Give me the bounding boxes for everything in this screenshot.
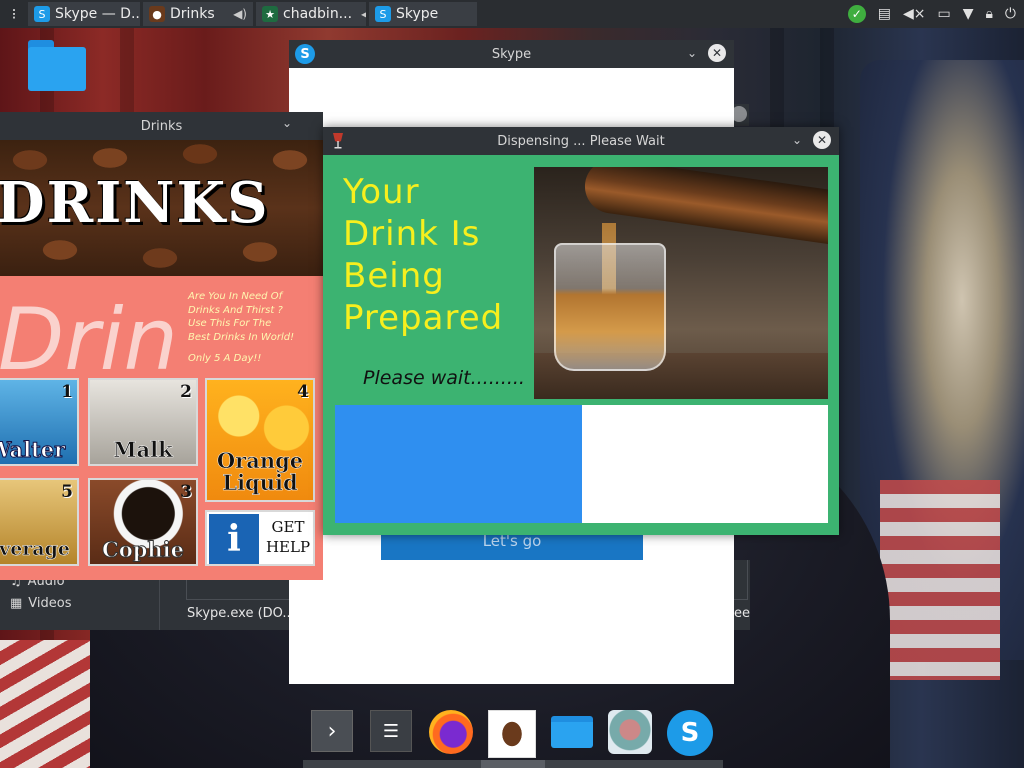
dock-active-indicator xyxy=(481,760,545,768)
heading-line: Prepared xyxy=(343,298,504,338)
lock-icon[interactable]: 🔒︎ xyxy=(985,6,992,22)
tile-label: Orange Liquid xyxy=(216,448,304,495)
close-icon[interactable]: ✕ xyxy=(813,131,831,149)
dispensing-titlebar[interactable]: Dispensing ... Please Wait ⌄ ✕ xyxy=(323,127,839,155)
starbucks-icon: ★ xyxy=(262,6,278,22)
task-label: Drinks xyxy=(170,6,215,22)
network-icon[interactable]: ▭ xyxy=(937,6,950,22)
skype-titlebar[interactable]: S Skype ⌄ ✕ xyxy=(289,40,734,68)
progress-fill xyxy=(335,405,582,523)
skype-icon: S xyxy=(34,6,50,22)
place-label: Videos xyxy=(28,596,72,611)
desktop-folder-icon[interactable] xyxy=(28,40,86,92)
dock: › ☰ S xyxy=(303,704,723,768)
folder-icon[interactable] xyxy=(550,710,594,754)
film-icon: ▦ xyxy=(10,596,23,611)
arrow-down-icon[interactable]: ▼ xyxy=(963,6,974,22)
help-get: GET xyxy=(271,518,305,536)
speaker-icon: ◀) xyxy=(361,7,366,21)
status-heading: Your Drink Is Being Prepared xyxy=(343,171,503,339)
task-chadbin[interactable]: ★ chadbin... ◀) xyxy=(256,2,366,26)
top-panel: ⁝ S Skype — D... ● Drinks ◀) ★ chadbin..… xyxy=(0,0,1024,28)
drinks-logo: DRINKS xyxy=(0,170,270,236)
firefox-icon[interactable] xyxy=(429,710,473,754)
heading-line: Drink Is xyxy=(343,214,481,254)
chevron-down-icon[interactable]: ⌄ xyxy=(789,133,805,147)
info-icon: i xyxy=(209,514,259,564)
skype-icon: S xyxy=(375,6,391,22)
drink-tile-orange[interactable]: 4 Orange Liquid xyxy=(205,378,315,502)
shot-glass xyxy=(554,243,666,371)
promo-line: Are You In Need Of xyxy=(188,291,283,302)
tile-number: 3 xyxy=(180,482,192,502)
drinks-window: Drinks ⌄ DRINKS Drin Are You In Need Of … xyxy=(0,112,323,580)
drink-tile-water[interactable]: 1 Walter xyxy=(0,378,79,466)
dock-bar xyxy=(303,760,723,768)
skype-icon[interactable]: S xyxy=(667,710,713,756)
drink-tile-milk[interactable]: 2 Malk xyxy=(88,378,198,466)
chevron-down-icon[interactable]: ⌄ xyxy=(279,116,295,130)
tile-label: Walter xyxy=(0,437,66,462)
chevron-down-icon[interactable]: ⌄ xyxy=(684,46,700,60)
file-item[interactable]: Skype.exe (DO...e xyxy=(187,606,303,621)
system-tray: ✓ ▤ ◀× ▭ ▼ 🔒︎ ⏻ xyxy=(847,0,1016,28)
get-help-button[interactable]: i GET HELP xyxy=(205,510,315,566)
task-drinks[interactable]: ● Drinks ◀) xyxy=(143,2,253,26)
task-label: chadbin... xyxy=(283,6,353,22)
close-icon[interactable]: ✕ xyxy=(708,44,726,62)
wine-glass-icon xyxy=(333,133,343,149)
window-title: Dispensing ... Please Wait xyxy=(497,133,665,149)
bottle xyxy=(581,167,828,245)
heading-line: Being xyxy=(343,256,445,296)
drink-tile-beverage[interactable]: 5 Beverage xyxy=(0,478,79,566)
help-help: HELP xyxy=(265,538,311,556)
clipboard-icon[interactable]: ▤ xyxy=(878,6,891,22)
app-launcher-icon[interactable]: ⁝ xyxy=(0,0,28,28)
volume-muted-icon[interactable]: ◀× xyxy=(903,6,926,22)
dispensing-dialog: Dispensing ... Please Wait ⌄ ✕ Your Drin… xyxy=(323,127,839,535)
task-label: Skype — D... xyxy=(55,6,140,22)
heading-line: Your xyxy=(343,172,420,212)
place-videos[interactable]: ▦ Videos xyxy=(10,596,72,611)
tile-number: 5 xyxy=(61,482,73,502)
help-label: GET HELP xyxy=(263,517,313,557)
avatar-icon[interactable] xyxy=(608,710,652,754)
coffee-beans-icon[interactable] xyxy=(488,710,536,758)
tile-number: 2 xyxy=(180,382,192,402)
task-skype[interactable]: S Skype xyxy=(369,2,477,26)
tile-number: 1 xyxy=(61,382,73,402)
tile-label: Malk xyxy=(113,437,173,462)
promo-line: Drinks And Thirst ? xyxy=(188,304,283,316)
window-title: Skype xyxy=(491,46,532,62)
expand-arrow-icon[interactable]: › xyxy=(311,710,353,752)
tile-number: 4 xyxy=(297,382,309,402)
progress-bar xyxy=(335,405,828,523)
task-label: Skype xyxy=(396,6,439,22)
file-item[interactable]: ee xyxy=(734,606,750,621)
promo-line: Use This For The xyxy=(188,318,272,329)
window-title: Drinks xyxy=(140,118,183,134)
drinks-watermark: Drin xyxy=(0,290,178,390)
settings-icon[interactable]: ☰ xyxy=(370,710,412,752)
coffee-beans-icon: ● xyxy=(149,6,165,22)
price-text: Only 5 A Day!! xyxy=(188,353,262,364)
update-ok-icon[interactable]: ✓ xyxy=(847,5,866,23)
drink-tile-coffee[interactable]: 3 Cophie xyxy=(88,478,198,566)
power-icon[interactable]: ⏻ xyxy=(1005,6,1016,22)
promo-line: Best Drinks In World! xyxy=(188,331,295,343)
task-skype-d[interactable]: S Skype — D... xyxy=(28,2,140,26)
tile-label: Cophie xyxy=(101,537,184,562)
skype-icon: S xyxy=(295,44,315,64)
promo-text: Are You In Need Of Drinks And Thirst ? U… xyxy=(188,290,318,366)
pouring-drink-image xyxy=(534,167,828,399)
speaker-icon: ◀) xyxy=(233,7,247,21)
flag-stripes xyxy=(880,480,1000,680)
tile-label: Beverage xyxy=(0,538,70,560)
please-wait-text: Please wait......... xyxy=(363,367,525,389)
drinks-titlebar[interactable]: Drinks ⌄ xyxy=(0,112,323,140)
